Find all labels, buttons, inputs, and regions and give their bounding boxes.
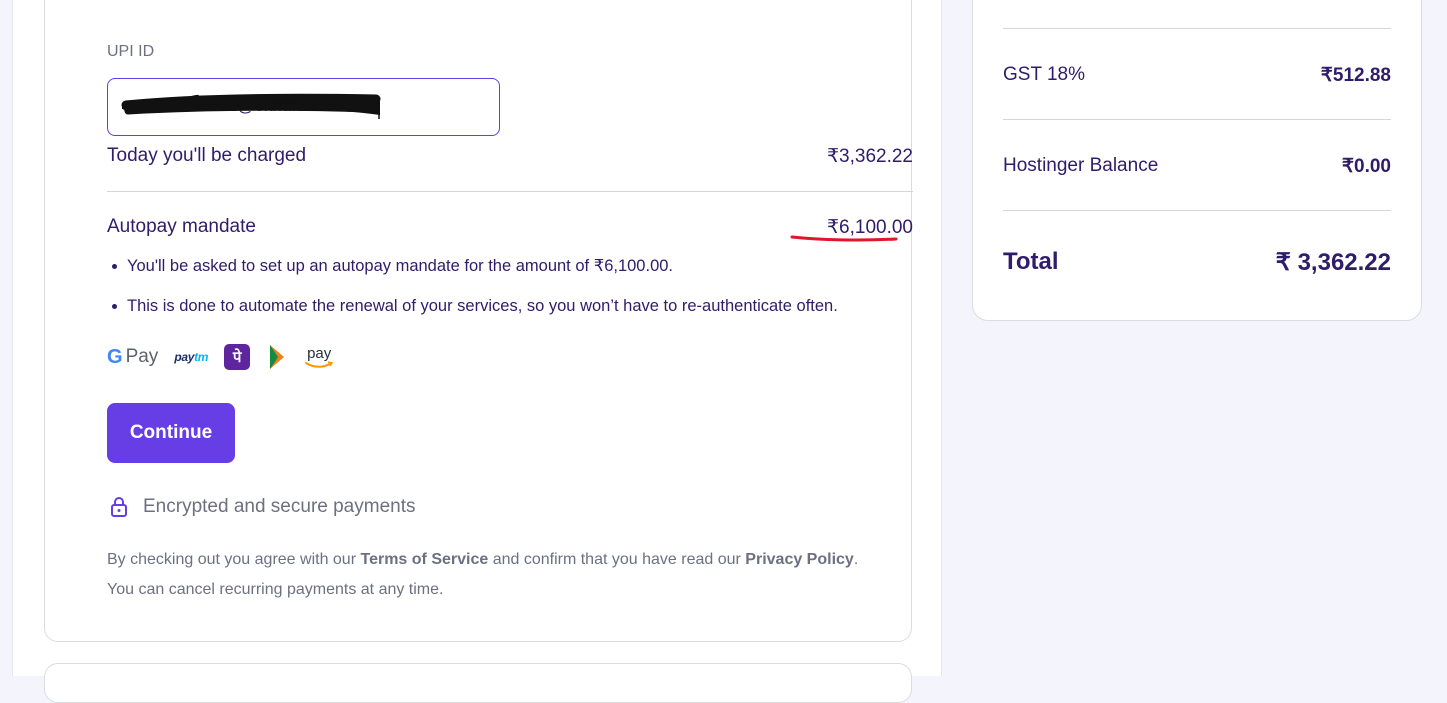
total-row: Total ₹ 3,362.22: [1003, 247, 1391, 277]
gst-value: ₹512.88: [1320, 64, 1391, 86]
amazon-pay-logo: pay: [304, 346, 334, 369]
hostinger-balance-label: Hostinger Balance: [1003, 155, 1159, 176]
list-item: You'll be asked to set up an autopay man…: [107, 255, 913, 295]
total-label: Total: [1003, 248, 1059, 275]
total-value: ₹ 3,362.22: [1275, 248, 1391, 276]
divider: [107, 191, 913, 192]
mandate-info-list: You'll be asked to set up an autopay man…: [107, 255, 913, 335]
gst-row: GST 18% ₹512.88: [1003, 63, 1391, 87]
upi-id-label: UPI ID: [107, 43, 155, 60]
autopay-mandate-label: Autopay mandate: [107, 216, 256, 237]
next-card: [44, 663, 912, 703]
secure-payments-text: Encrypted and secure payments: [143, 496, 416, 517]
gst-label: GST 18%: [1003, 64, 1086, 85]
checkout-left-panel: UPI ID umaDsha.u071@okhdfcbank Today you…: [12, 0, 942, 703]
payment-logos: G Pay pay tm पे pay: [107, 343, 334, 371]
red-underline-annotation: [790, 235, 898, 242]
bhim-logo: [266, 344, 288, 370]
phonepe-logo: पे: [224, 344, 251, 370]
list-item: This is done to automate the renewal of …: [107, 295, 913, 335]
charged-today-row: Today you'll be charged ₹3,362.22: [107, 144, 913, 168]
privacy-policy-link[interactable]: Privacy Policy: [745, 551, 854, 568]
google-pay-logo: G Pay: [107, 345, 159, 368]
amazon-smile-icon: [305, 360, 334, 368]
hostinger-balance-value: ₹0.00: [1341, 155, 1391, 177]
terms-of-service-link[interactable]: Terms of Service: [360, 551, 488, 568]
secure-payments-note: Encrypted and secure payments: [109, 496, 416, 518]
payment-card: UPI ID umaDsha.u071@okhdfcbank Today you…: [44, 0, 913, 642]
divider: [1003, 210, 1391, 211]
divider: [1003, 119, 1391, 120]
hostinger-balance-row: Hostinger Balance ₹0.00: [1003, 154, 1391, 178]
terms-text: By checking out you agree with our Terms…: [107, 551, 859, 598]
divider: [1003, 28, 1391, 29]
google-g-icon: G: [107, 345, 123, 368]
lock-icon: [111, 497, 127, 517]
paytm-logo: pay tm: [174, 350, 209, 364]
order-summary-card: GST 18% ₹512.88 Hostinger Balance ₹0.00 …: [972, 0, 1422, 321]
upi-id-input[interactable]: umaDsha.u071@okhdfcbank: [107, 78, 500, 136]
charged-today-amount: ₹3,362.22: [826, 145, 913, 167]
charged-today-label: Today you'll be charged: [107, 145, 307, 166]
continue-button[interactable]: Continue: [107, 403, 235, 463]
redaction-scribble: [121, 93, 381, 119]
